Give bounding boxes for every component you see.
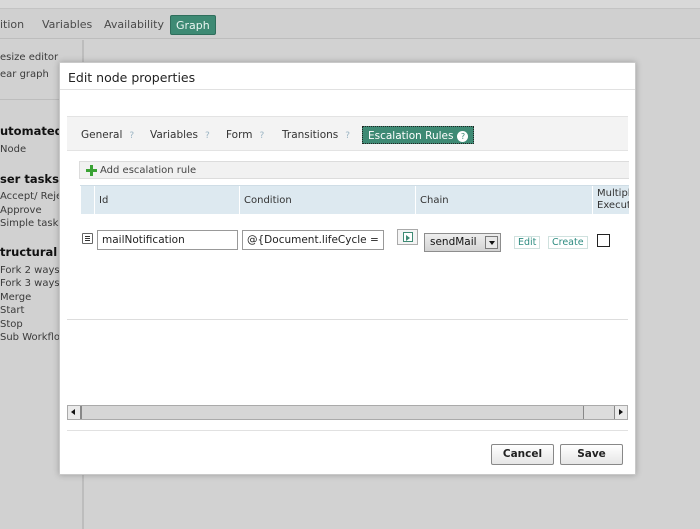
expression-icon (403, 232, 413, 242)
node-property-tabs: General? Variables? Form? Transitions? E… (67, 116, 628, 151)
tab-label: Variables (150, 129, 198, 141)
rules-table-header: Id Condition Chain Multipl Executi (80, 185, 629, 215)
scroll-right-icon[interactable] (614, 406, 627, 419)
save-button[interactable]: Save (560, 444, 623, 465)
palette-item-fork-2-ways[interactable]: Fork 2 ways (0, 265, 60, 276)
chain-select[interactable]: sendMail (424, 233, 501, 252)
tab-label: Escalation Rules (368, 130, 454, 142)
help-icon[interactable]: ? (457, 131, 469, 142)
tab-label: Transitions (282, 129, 339, 141)
help-icon[interactable]: ? (129, 131, 134, 141)
tab-escalation-rules[interactable]: Escalation Rules? (362, 126, 475, 144)
edit-node-properties-dialog: Edit node properties General? Variables?… (59, 62, 636, 475)
tab-label: Form (226, 129, 253, 141)
divider (60, 89, 635, 90)
escalation-rules-panel: Add escalation rule Id Condition Chain M… (67, 152, 629, 320)
palette-item-simple-task[interactable]: Simple task (0, 218, 58, 229)
palette-item-merge[interactable]: Merge (0, 292, 31, 303)
tab-variables[interactable]: Variables (42, 15, 92, 35)
add-escalation-rule-label: Add escalation rule (100, 165, 197, 176)
expression-editor-button[interactable] (397, 229, 418, 245)
create-chain-button[interactable]: Create (548, 236, 588, 249)
add-icon (86, 165, 97, 176)
palette-item-fork-3-ways[interactable]: Fork 3 ways (0, 278, 60, 289)
tab-form[interactable]: Form? (226, 126, 264, 144)
workflow-editor-tabs: ition Variables Availability Graph (0, 9, 700, 39)
palette-item-stop[interactable]: Stop (0, 319, 23, 330)
column-id: Id (94, 186, 239, 215)
palette-item-approve[interactable]: Approve (0, 205, 42, 216)
chain-select-value: sendMail (430, 236, 477, 248)
drag-handle-icon[interactable] (82, 233, 93, 244)
help-icon[interactable]: ? (259, 131, 264, 141)
add-escalation-rule-button[interactable]: Add escalation rule (79, 161, 629, 179)
tab-definition[interactable]: ition (0, 15, 24, 35)
column-multiple-execution: Multipl Executi (592, 186, 629, 215)
table-row: sendMail Edit Create (80, 221, 629, 253)
tab-label: General (81, 129, 123, 141)
dialog-title: Edit node properties (68, 70, 196, 85)
palette-item-node[interactable]: Node (0, 144, 26, 155)
dialog-content: General? Variables? Form? Transitions? E… (67, 116, 629, 496)
column-chain: Chain (415, 186, 592, 215)
tab-general[interactable]: General? (81, 126, 134, 144)
edit-chain-button[interactable]: Edit (514, 236, 541, 249)
app-top-bar (0, 0, 700, 9)
scroll-left-icon[interactable] (68, 406, 81, 419)
help-icon[interactable]: ? (205, 131, 210, 141)
clear-graph-link[interactable]: ear graph (0, 69, 49, 80)
tab-availability[interactable]: Availability (104, 15, 164, 35)
section-user-tasks: ser tasks (0, 172, 59, 186)
chevron-down-icon (485, 236, 498, 249)
divider (67, 430, 628, 431)
rule-condition-input[interactable] (242, 230, 384, 250)
palette-item-sub-workflow[interactable]: Sub Workflow (0, 332, 68, 343)
rule-id-input[interactable] (97, 230, 238, 250)
help-icon[interactable]: ? (345, 131, 350, 141)
column-handle (80, 186, 94, 215)
scrollbar-thumb[interactable] (81, 406, 584, 419)
horizontal-scrollbar[interactable] (67, 405, 628, 420)
tab-graph[interactable]: Graph (170, 15, 216, 35)
palette-item-start[interactable]: Start (0, 305, 24, 316)
tab-transitions[interactable]: Transitions? (282, 126, 350, 144)
cancel-button[interactable]: Cancel (491, 444, 554, 465)
resize-editor-link[interactable]: esize editor (0, 52, 58, 63)
column-condition: Condition (239, 186, 415, 215)
multiple-execution-checkbox[interactable] (597, 234, 610, 247)
tab-variables[interactable]: Variables? (150, 126, 210, 144)
